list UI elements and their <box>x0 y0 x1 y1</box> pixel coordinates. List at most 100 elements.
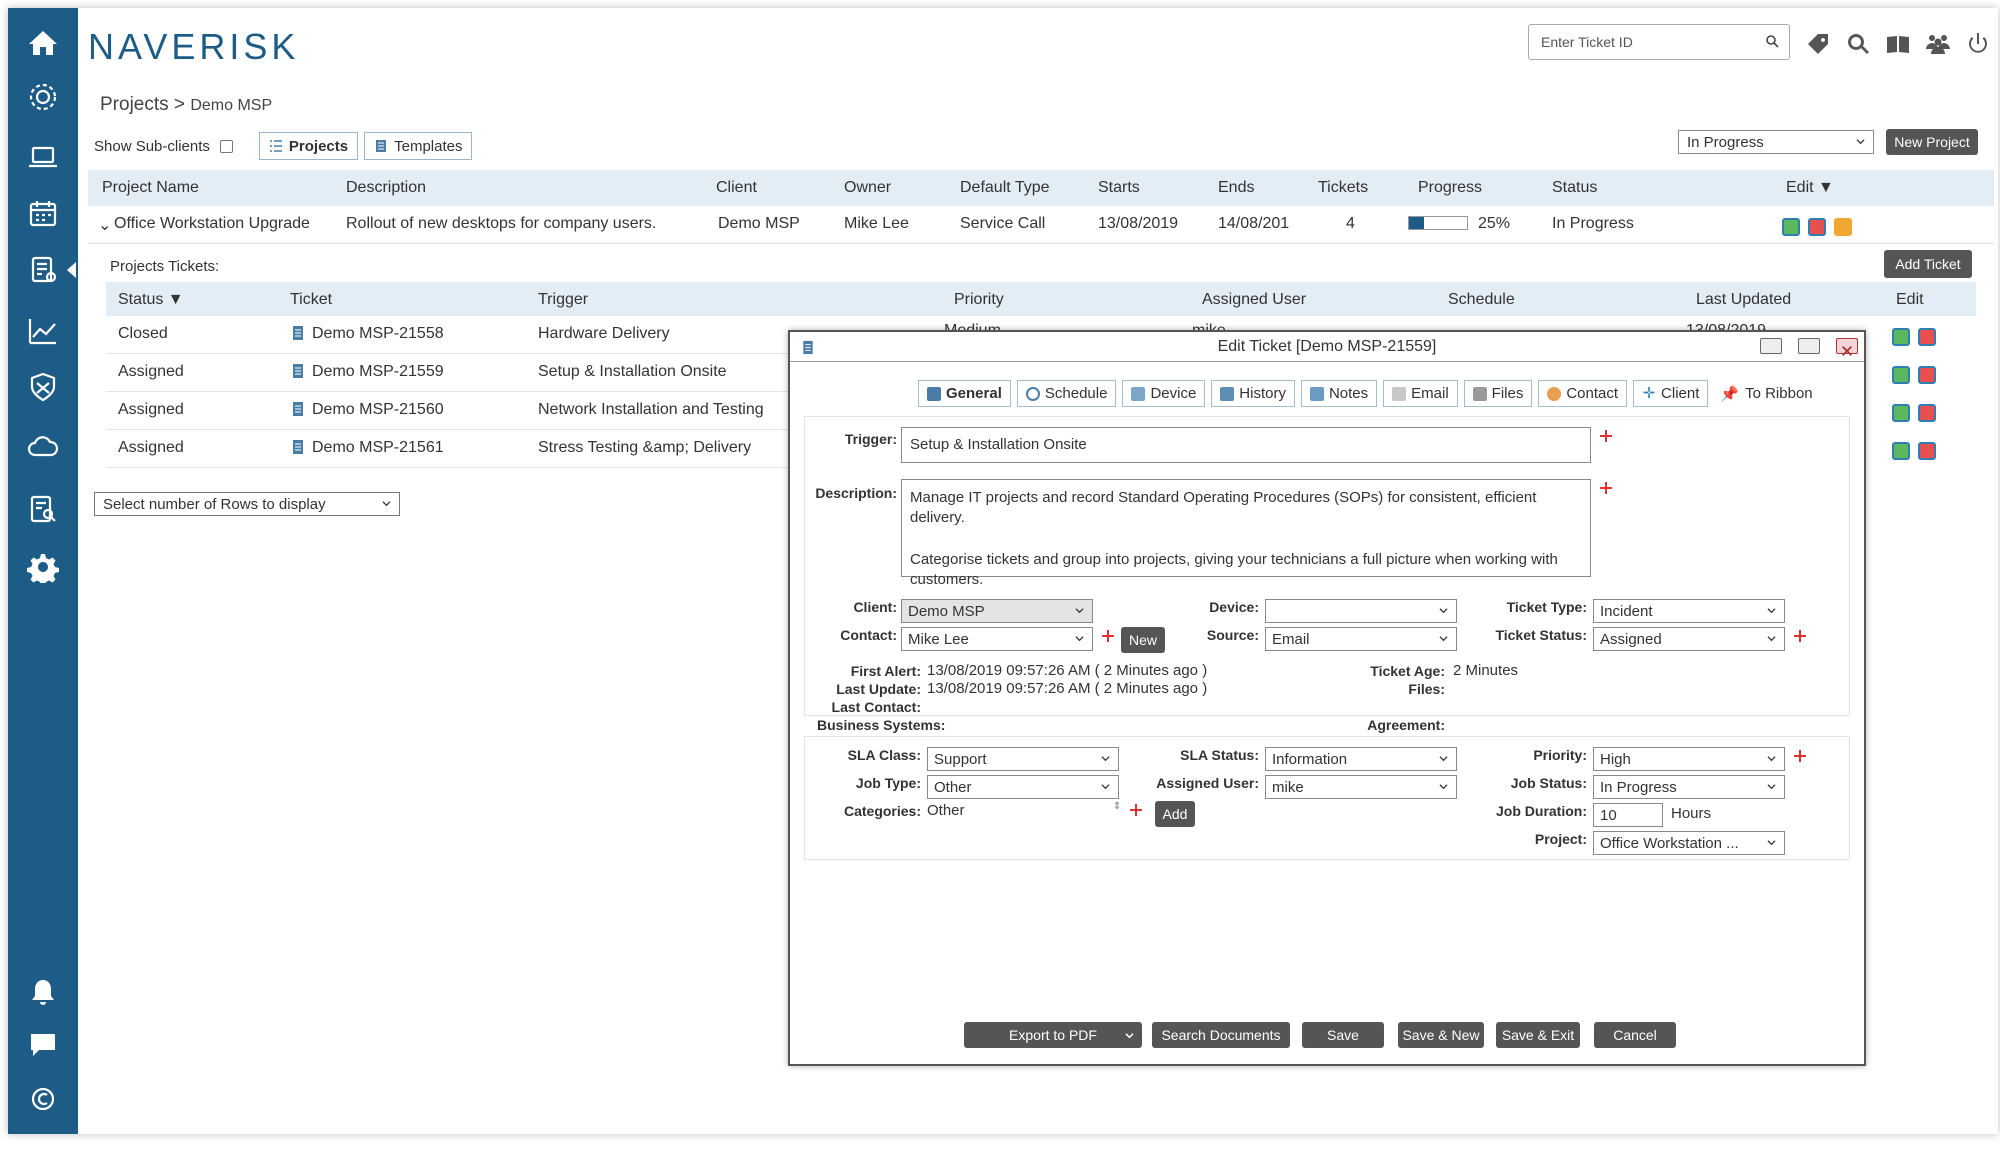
project-row[interactable]: ⌄ Office Workstation Upgrade Rollout of … <box>88 206 1994 244</box>
rows-per-page-select[interactable]: Select number of Rows to display <box>94 492 400 516</box>
show-subclients-checkbox[interactable] <box>219 139 233 153</box>
col-trigger[interactable]: Trigger <box>538 291 588 309</box>
assigned-user-select[interactable]: mike <box>1265 775 1457 799</box>
export-pdf-button[interactable]: Export to PDF <box>964 1022 1142 1048</box>
ticket-id-input[interactable]: Enter Ticket ID <box>1528 24 1790 60</box>
magnifier-icon[interactable] <box>1844 30 1872 58</box>
col-project-name[interactable]: Project Name <box>102 179 199 197</box>
table-row[interactable]: Assigned Demo MSP-21561 Stress Testing &… <box>106 430 806 468</box>
table-row[interactable]: Assigned Demo MSP-21560 Network Installa… <box>106 392 806 430</box>
col-status[interactable]: Status <box>1552 179 1597 197</box>
gear-network-icon[interactable] <box>26 80 60 114</box>
tab-email[interactable]: Email <box>1383 380 1458 407</box>
close-icon[interactable] <box>1836 338 1858 356</box>
col-owner[interactable]: Owner <box>844 179 891 197</box>
col-last-updated[interactable]: Last Updated <box>1696 291 1791 309</box>
col-priority[interactable]: Priority <box>954 291 1004 309</box>
project-status-filter[interactable]: In Progress <box>1678 130 1874 154</box>
col-ticket-status[interactable]: Status ▼ <box>118 291 184 309</box>
copyright-icon[interactable] <box>26 1082 60 1116</box>
job-status-select[interactable]: In Progress <box>1593 775 1785 799</box>
tab-files[interactable]: Files <box>1463 380 1533 407</box>
col-schedule[interactable]: Schedule <box>1448 291 1515 309</box>
ticket-status-select[interactable]: Assigned <box>1593 627 1785 651</box>
table-row[interactable]: Closed Demo MSP-21558 Hardware Delivery <box>106 316 806 354</box>
reports-chart-icon[interactable] <box>26 314 60 348</box>
col-ticket-edit[interactable]: Edit <box>1896 291 1924 309</box>
edit-icon[interactable] <box>1782 218 1800 236</box>
cloud-icon[interactable] <box>26 430 60 464</box>
categories-value[interactable]: Other <box>927 802 965 819</box>
stepper-icon[interactable]: ⇕ <box>1113 801 1121 812</box>
tab-client[interactable]: ✛ Client <box>1633 380 1709 407</box>
delete-icon[interactable] <box>1918 366 1936 384</box>
delete-icon[interactable] <box>1918 442 1936 460</box>
ticket-id-link[interactable]: Demo MSP-21560 <box>312 401 444 419</box>
add-ticket-button[interactable]: Add Ticket <box>1884 250 1972 278</box>
client-select[interactable]: Demo MSP <box>901 599 1093 623</box>
cancel-button[interactable]: Cancel <box>1594 1022 1676 1048</box>
edit-icon[interactable] <box>1892 328 1910 346</box>
search-icon[interactable] <box>1765 34 1779 48</box>
tab-device[interactable]: Device <box>1122 380 1206 407</box>
new-contact-button[interactable]: New <box>1121 627 1165 653</box>
job-type-select[interactable]: Other <box>927 775 1119 799</box>
save-exit-button[interactable]: Save & Exit <box>1496 1022 1580 1048</box>
power-icon[interactable] <box>1964 30 1992 58</box>
sla-status-select[interactable]: Information <box>1265 747 1457 771</box>
tab-contact[interactable]: Contact <box>1538 380 1628 407</box>
tab-notes[interactable]: Notes <box>1300 380 1378 407</box>
source-select[interactable]: Email <box>1265 627 1457 651</box>
col-starts[interactable]: Starts <box>1098 179 1140 197</box>
tab-projects[interactable]: Projects <box>258 132 359 160</box>
table-row[interactable]: Assigned Demo MSP-21559 Setup & Installa… <box>106 354 806 392</box>
delete-icon[interactable] <box>1808 218 1826 236</box>
col-assigned-user[interactable]: Assigned User <box>1202 291 1306 309</box>
priority-select[interactable]: High <box>1593 747 1785 771</box>
users-group-icon[interactable] <box>1924 30 1952 58</box>
col-ends[interactable]: Ends <box>1218 179 1254 197</box>
ticket-id-link[interactable]: Demo MSP-21559 <box>312 363 444 381</box>
tab-schedule[interactable]: Schedule <box>1016 380 1117 407</box>
security-shield-icon[interactable] <box>26 370 60 404</box>
delete-icon[interactable] <box>1918 328 1936 346</box>
tab-history[interactable]: History <box>1211 380 1295 407</box>
col-description[interactable]: Description <box>346 179 426 197</box>
edit-icon[interactable] <box>1892 404 1910 422</box>
save-new-button[interactable]: Save & New <box>1398 1022 1484 1048</box>
copy-icon[interactable] <box>1834 218 1852 236</box>
tab-templates[interactable]: Templates <box>364 132 473 160</box>
new-project-button[interactable]: New Project <box>1886 129 1978 155</box>
dialog-titlebar[interactable]: Edit Ticket [Demo MSP-21559] <box>790 332 1864 362</box>
description-input[interactable]: Manage IT projects and record Standard O… <box>901 479 1591 588</box>
minimize-icon[interactable] <box>1760 338 1782 354</box>
chevron-down-icon[interactable] <box>1125 1031 1134 1040</box>
col-client[interactable]: Client <box>716 179 757 197</box>
breadcrumb-projects[interactable]: Projects <box>100 94 169 115</box>
device-select[interactable] <box>1265 599 1457 623</box>
col-default-type[interactable]: Default Type <box>960 179 1050 197</box>
add-category-button[interactable]: Add <box>1155 801 1195 827</box>
edit-icon[interactable] <box>1892 366 1910 384</box>
chat-icon[interactable] <box>26 1028 60 1062</box>
save-button[interactable]: Save <box>1302 1022 1384 1048</box>
calendar-icon[interactable] <box>26 196 60 230</box>
col-tickets[interactable]: Tickets <box>1318 179 1368 197</box>
sla-class-select[interactable]: Support <box>927 747 1119 771</box>
delete-icon[interactable] <box>1918 404 1936 422</box>
expand-chevron-icon[interactable]: ⌄ <box>98 215 111 235</box>
trigger-input[interactable]: Setup & Installation Onsite <box>901 427 1591 463</box>
project-name[interactable]: Office Workstation Upgrade <box>114 215 310 233</box>
tag-icon[interactable] <box>1804 30 1832 58</box>
ticket-id-link[interactable]: Demo MSP-21561 <box>312 439 444 457</box>
settings-gear-icon[interactable] <box>26 550 60 584</box>
bell-icon[interactable] <box>26 976 60 1010</box>
search-documents-button[interactable]: Search Documents <box>1152 1022 1290 1048</box>
col-ticket[interactable]: Ticket <box>290 291 332 309</box>
ticket-id-link[interactable]: Demo MSP-21558 <box>312 325 444 343</box>
to-ribbon-button[interactable]: 📌 To Ribbon <box>1714 380 1818 407</box>
laptop-icon[interactable] <box>26 140 60 174</box>
edit-icon[interactable] <box>1892 442 1910 460</box>
tickets-clipboard-icon[interactable] <box>26 252 76 286</box>
col-progress[interactable]: Progress <box>1418 179 1482 197</box>
